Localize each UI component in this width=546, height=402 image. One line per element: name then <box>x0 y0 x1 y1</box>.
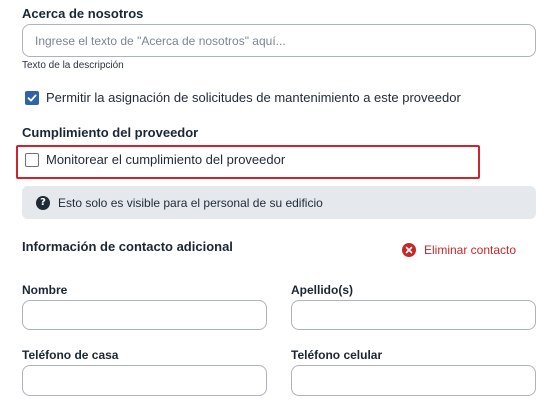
home-phone-label: Teléfono de casa <box>22 348 119 362</box>
compliance-heading: Cumplimiento del proveedor <box>22 125 199 140</box>
cell-phone-input[interactable] <box>291 365 536 396</box>
maintenance-assignment-label: Permitir la asignación de solicitudes de… <box>46 90 461 105</box>
monitor-compliance-checkbox[interactable] <box>25 152 39 167</box>
question-circle-icon: ? <box>36 195 50 210</box>
staff-visibility-banner: ? Esto solo es visible para el personal … <box>22 186 536 219</box>
first-name-label: Nombre <box>22 283 68 297</box>
remove-contact-label: Eliminar contacto <box>424 243 517 257</box>
checkmark-icon <box>27 94 37 101</box>
maintenance-assignment-checkbox[interactable] <box>25 90 39 105</box>
additional-contact-heading: Información de contacto adicional <box>22 239 233 254</box>
maintenance-assignment-option[interactable]: Permitir la asignación de solicitudes de… <box>25 90 461 105</box>
about-us-label: Acerca de nosotros <box>22 6 144 21</box>
home-phone-input[interactable] <box>22 365 267 396</box>
first-name-input[interactable] <box>22 300 267 330</box>
monitor-compliance-option[interactable]: Monitorear el cumplimiento del proveedor <box>25 152 285 167</box>
cell-phone-label: Teléfono celular <box>291 348 383 362</box>
last-name-label: Apellido(s) <box>291 283 353 297</box>
close-circle-icon <box>402 243 416 257</box>
monitor-compliance-label: Monitorear el cumplimiento del proveedor <box>46 152 286 167</box>
remove-contact-button[interactable]: Eliminar contacto <box>402 243 516 257</box>
about-us-input[interactable] <box>22 24 536 57</box>
last-name-input[interactable] <box>291 300 536 330</box>
about-us-helper-text: Texto de la descripción <box>22 60 124 71</box>
staff-visibility-text: Esto solo es visible para el personal de… <box>58 195 323 210</box>
